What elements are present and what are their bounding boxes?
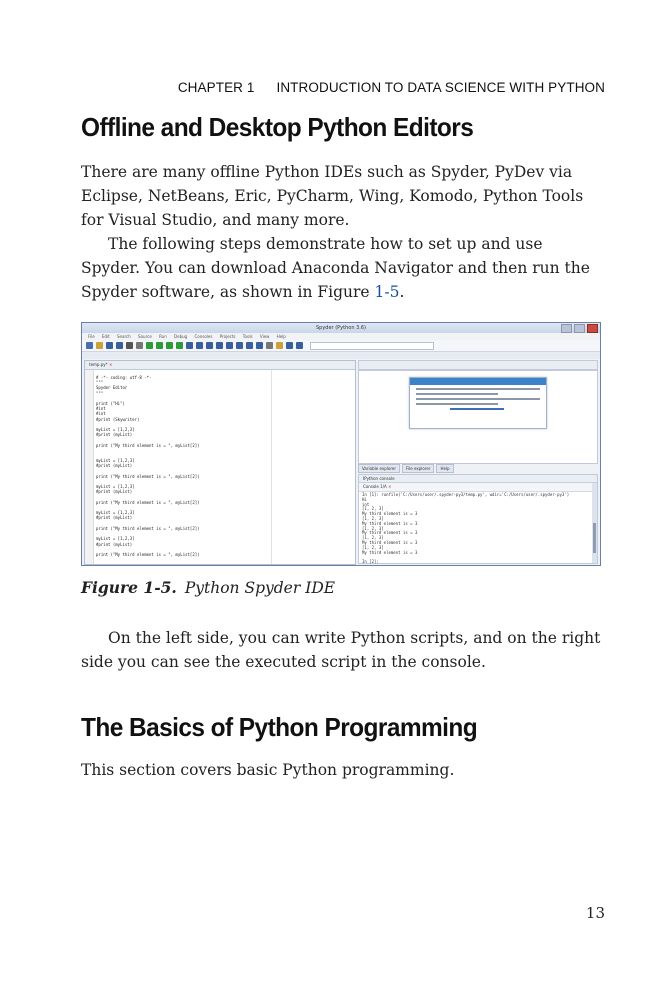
continue-icon[interactable] bbox=[226, 342, 233, 349]
running-header-chapter: CHAPTER 1 bbox=[177, 80, 255, 95]
menu-edit[interactable]: Edit bbox=[102, 334, 110, 339]
help-card-line bbox=[416, 393, 498, 395]
menubar: File Edit Search Source Run Debug Consol… bbox=[82, 333, 600, 340]
editor-tab[interactable]: temp.py* ✕ bbox=[85, 361, 355, 370]
tab-file-explorer[interactable]: File explorer bbox=[401, 464, 435, 473]
toolbar bbox=[82, 340, 600, 352]
editor-tab-label: temp.py* bbox=[89, 362, 108, 367]
paragraph-offline-ides: There are many offline Python IDEs such … bbox=[81, 163, 584, 229]
close-tab-icon[interactable]: ✕ bbox=[109, 362, 112, 367]
step-return-icon[interactable] bbox=[216, 342, 223, 349]
figure-caption-label: Figure 1-5. bbox=[81, 578, 177, 597]
tab-variable-explorer[interactable]: Variable explorer bbox=[358, 464, 400, 473]
run-cell-icon[interactable] bbox=[156, 342, 163, 349]
help-card-line bbox=[416, 388, 540, 390]
console-header: IPython console bbox=[359, 475, 597, 483]
paragraph-spyder-steps: The following steps demonstrate how to s… bbox=[81, 232, 601, 304]
section-heading-python-basics: The Basics of Python Programming bbox=[81, 712, 478, 742]
menu-run[interactable]: Run bbox=[159, 334, 167, 339]
stop-icon[interactable] bbox=[236, 342, 243, 349]
menu-source[interactable]: Source bbox=[138, 334, 152, 339]
help-card-header bbox=[410, 378, 546, 385]
settings-icon[interactable] bbox=[136, 342, 143, 349]
help-tabs: Variable explorer File explorer Help bbox=[358, 464, 454, 473]
menu-view[interactable]: View bbox=[260, 334, 270, 339]
editor-pathbar bbox=[82, 352, 600, 359]
help-card-link[interactable] bbox=[450, 408, 505, 410]
section-heading-offline-editors: Offline and Desktop Python Editors bbox=[81, 112, 474, 142]
figure-caption: Figure 1-5. Python Spyder IDE bbox=[81, 578, 335, 597]
close-console-icon[interactable]: ✕ bbox=[388, 484, 391, 489]
list-icon[interactable] bbox=[126, 342, 133, 349]
page-number: 13 bbox=[585, 904, 605, 922]
back-arrow-icon[interactable] bbox=[286, 342, 293, 349]
help-card bbox=[409, 377, 547, 429]
tab-help[interactable]: Help bbox=[436, 464, 454, 473]
console-tab-label: Console 1/A bbox=[363, 484, 387, 489]
figure-caption-text: Python Spyder IDE bbox=[184, 579, 336, 597]
edge-line bbox=[271, 370, 272, 564]
step-into-icon[interactable] bbox=[206, 342, 213, 349]
menu-projects[interactable]: Projects bbox=[220, 334, 236, 339]
step-icon[interactable] bbox=[196, 342, 203, 349]
menu-help[interactable]: Help bbox=[277, 334, 286, 339]
paragraph-spyder-steps-end: . bbox=[399, 283, 405, 301]
debug-icon[interactable] bbox=[186, 342, 193, 349]
maximize-icon[interactable] bbox=[574, 324, 585, 333]
paragraph-python-basics: This section covers basic Python program… bbox=[81, 761, 455, 779]
console-scrollbar[interactable] bbox=[592, 483, 597, 563]
menu-file[interactable]: File bbox=[88, 334, 95, 339]
line-number-gutter bbox=[85, 370, 94, 564]
figure-reference-link[interactable]: 1-5 bbox=[375, 283, 400, 301]
console-tab[interactable]: Console 1/A ✕ bbox=[359, 483, 597, 492]
menu-search[interactable]: Search bbox=[117, 334, 131, 339]
help-card-line bbox=[416, 398, 540, 400]
paragraph-spyder-steps-text: The following steps demonstrate how to s… bbox=[81, 235, 590, 301]
paragraph-left-right-sides: On the left side, you can write Python s… bbox=[81, 629, 601, 671]
save-icon[interactable] bbox=[106, 342, 113, 349]
running-header-title: INTRODUCTION TO DATA SCIENCE WITH PYTHON bbox=[276, 80, 605, 95]
editor-pane: temp.py* ✕ # -*- coding: utf-8 -*- """ S… bbox=[84, 360, 356, 565]
forward-arrow-icon[interactable] bbox=[296, 342, 303, 349]
menu-consoles[interactable]: Consoles bbox=[194, 334, 212, 339]
window-titlebar: Spyder (Python 3.6) bbox=[82, 323, 600, 333]
window-controls bbox=[561, 324, 598, 333]
open-folder-icon[interactable] bbox=[96, 342, 103, 349]
help-pane-header bbox=[358, 360, 598, 370]
minimize-icon[interactable] bbox=[561, 324, 572, 333]
run-icon[interactable] bbox=[146, 342, 153, 349]
window-title: Spyder (Python 3.6) bbox=[316, 325, 366, 331]
scrollbar-thumb[interactable] bbox=[593, 523, 596, 553]
help-card-line bbox=[416, 403, 498, 405]
python-path-icon[interactable] bbox=[276, 342, 283, 349]
running-header: CHAPTER 1 INTRODUCTION TO DATA SCIENCE WI… bbox=[178, 80, 605, 95]
menu-tools[interactable]: Tools bbox=[243, 334, 253, 339]
menu-debug[interactable]: Debug bbox=[174, 334, 187, 339]
maximize-pane-icon[interactable] bbox=[246, 342, 253, 349]
wrench-icon[interactable] bbox=[266, 342, 273, 349]
spyder-screenshot: Spyder (Python 3.6) File Edit Search Sou… bbox=[81, 322, 601, 566]
console-output[interactable]: In [1]: runfile('C:/Users/user/.spyder-p… bbox=[362, 492, 569, 565]
new-file-icon[interactable] bbox=[86, 342, 93, 349]
code-editor-text[interactable]: # -*- coding: utf-8 -*- """ Spyder Edito… bbox=[96, 375, 200, 557]
right-pane: Variable explorer File explorer Help IPy… bbox=[358, 360, 598, 564]
run-cell-advance-icon[interactable] bbox=[166, 342, 173, 349]
fullscreen-icon[interactable] bbox=[256, 342, 263, 349]
help-pane bbox=[358, 370, 598, 464]
ipython-console: IPython console Console 1/A ✕ In [1]: ru… bbox=[358, 474, 598, 564]
run-selection-icon[interactable] bbox=[176, 342, 183, 349]
working-directory-field[interactable] bbox=[310, 341, 434, 350]
close-icon[interactable] bbox=[587, 324, 598, 333]
save-all-icon[interactable] bbox=[116, 342, 123, 349]
